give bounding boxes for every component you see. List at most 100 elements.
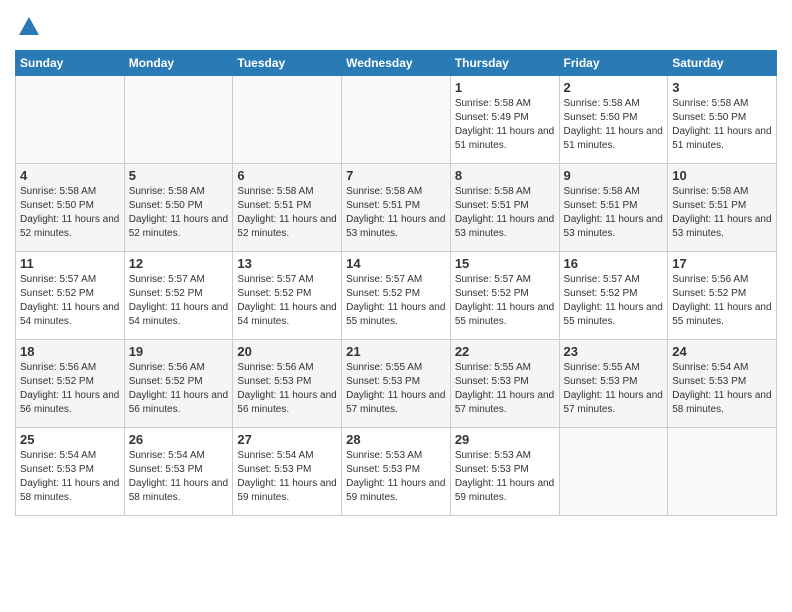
calendar-cell: 1 Sunrise: 5:58 AMSunset: 5:49 PMDaylight… — [450, 76, 559, 164]
day-number: 26 — [129, 432, 229, 447]
calendar-cell: 20 Sunrise: 5:56 AMSunset: 5:53 PMDayligh… — [233, 340, 342, 428]
day-number: 15 — [455, 256, 555, 271]
calendar-cell: 24 Sunrise: 5:54 AMSunset: 5:53 PMDayligh… — [668, 340, 777, 428]
day-number: 12 — [129, 256, 229, 271]
calendar-cell: 10Sunrise: 5:58 AMSunset: 5:51 PMDayligh… — [668, 164, 777, 252]
calendar-cell: 2Sunrise: 5:58 AMSunset: 5:50 PMDaylight… — [559, 76, 668, 164]
calendar-cell: 29 Sunrise: 5:53 AMSunset: 5:53 PMDayligh… — [450, 428, 559, 516]
weekday-header: Tuesday — [233, 51, 342, 76]
cell-info: Sunrise: 5:57 AMSunset: 5:52 PMDaylight:… — [455, 273, 555, 329]
cell-info: Sunrise: 5:56 AMSunset: 5:53 PMDaylight:… — [237, 361, 337, 417]
cell-info: Sunrise: 5:57 AMSunset: 5:52 PMDaylight:… — [129, 273, 229, 329]
day-number: 11 — [20, 256, 120, 271]
calendar-cell: 13 Sunrise: 5:57 AMSunset: 5:52 PMDayligh… — [233, 252, 342, 340]
cell-info: Sunrise: 5:54 AMSunset: 5:53 PMDaylight:… — [672, 361, 772, 417]
cell-info: Sunrise: 5:58 AMSunset: 5:51 PMDaylight:… — [672, 185, 772, 241]
day-number: 25 — [20, 432, 120, 447]
cell-info: Sunrise: 5:55 AMSunset: 5:53 PMDaylight:… — [346, 361, 446, 417]
calendar-cell: 5 Sunrise: 5:58 AMSunset: 5:50 PMDaylight… — [124, 164, 233, 252]
day-number: 7 — [346, 168, 446, 183]
cell-info: Sunrise: 5:56 AMSunset: 5:52 PMDaylight:… — [672, 273, 772, 329]
weekday-header: Wednesday — [342, 51, 451, 76]
day-number: 5 — [129, 168, 229, 183]
cell-info: Sunrise: 5:56 AMSunset: 5:52 PMDaylight:… — [20, 361, 120, 417]
calendar-cell — [342, 76, 451, 164]
day-number: 28 — [346, 432, 446, 447]
logo — [15, 15, 41, 44]
calendar-cell — [559, 428, 668, 516]
weekday-header: Thursday — [450, 51, 559, 76]
day-number: 22 — [455, 344, 555, 359]
day-number: 19 — [129, 344, 229, 359]
calendar-cell: 18 Sunrise: 5:56 AMSunset: 5:52 PMDayligh… — [16, 340, 125, 428]
day-number: 13 — [237, 256, 337, 271]
cell-info: Sunrise: 5:53 AMSunset: 5:53 PMDaylight:… — [455, 449, 555, 505]
calendar-cell: 4 Sunrise: 5:58 AMSunset: 5:50 PMDaylight… — [16, 164, 125, 252]
day-number: 9 — [564, 168, 664, 183]
cell-info: Sunrise: 5:58 AMSunset: 5:51 PMDaylight:… — [564, 185, 664, 241]
calendar-cell: 25 Sunrise: 5:54 AMSunset: 5:53 PMDayligh… — [16, 428, 125, 516]
weekday-header: Monday — [124, 51, 233, 76]
cell-info: Sunrise: 5:54 AMSunset: 5:53 PMDaylight:… — [237, 449, 337, 505]
day-number: 18 — [20, 344, 120, 359]
cell-info: Sunrise: 5:58 AMSunset: 5:51 PMDaylight:… — [346, 185, 446, 241]
calendar-cell: 15 Sunrise: 5:57 AMSunset: 5:52 PMDayligh… — [450, 252, 559, 340]
day-number: 3 — [672, 80, 772, 95]
calendar-cell: 8Sunrise: 5:58 AMSunset: 5:51 PMDaylight… — [450, 164, 559, 252]
cell-info: Sunrise: 5:54 AMSunset: 5:53 PMDaylight:… — [20, 449, 120, 505]
calendar-cell — [124, 76, 233, 164]
calendar-cell: 19 Sunrise: 5:56 AMSunset: 5:52 PMDayligh… — [124, 340, 233, 428]
header — [15, 10, 777, 44]
cell-info: Sunrise: 5:55 AMSunset: 5:53 PMDaylight:… — [455, 361, 555, 417]
day-number: 29 — [455, 432, 555, 447]
calendar-cell: 14Sunrise: 5:57 AMSunset: 5:52 PMDayligh… — [342, 252, 451, 340]
cell-info: Sunrise: 5:54 AMSunset: 5:53 PMDaylight:… — [129, 449, 229, 505]
calendar-cell — [233, 76, 342, 164]
cell-info: Sunrise: 5:57 AMSunset: 5:52 PMDaylight:… — [237, 273, 337, 329]
cell-info: Sunrise: 5:57 AMSunset: 5:52 PMDaylight:… — [346, 273, 446, 329]
cell-info: Sunrise: 5:57 AMSunset: 5:52 PMDaylight:… — [564, 273, 664, 329]
cell-info: Sunrise: 5:55 AMSunset: 5:53 PMDaylight:… — [564, 361, 664, 417]
cell-info: Sunrise: 5:58 AMSunset: 5:51 PMDaylight:… — [237, 185, 337, 241]
calendar-cell: 23 Sunrise: 5:55 AMSunset: 5:53 PMDayligh… — [559, 340, 668, 428]
day-number: 1 — [455, 80, 555, 95]
calendar-cell: 26 Sunrise: 5:54 AMSunset: 5:53 PMDayligh… — [124, 428, 233, 516]
calendar-cell: 22 Sunrise: 5:55 AMSunset: 5:53 PMDayligh… — [450, 340, 559, 428]
calendar-cell: 7 Sunrise: 5:58 AMSunset: 5:51 PMDaylight… — [342, 164, 451, 252]
weekday-header: Sunday — [16, 51, 125, 76]
day-number: 21 — [346, 344, 446, 359]
calendar-week-row: 4 Sunrise: 5:58 AMSunset: 5:50 PMDaylight… — [16, 164, 777, 252]
cell-info: Sunrise: 5:58 AMSunset: 5:49 PMDaylight:… — [455, 97, 555, 153]
calendar-cell: 21 Sunrise: 5:55 AMSunset: 5:53 PMDayligh… — [342, 340, 451, 428]
cell-info: Sunrise: 5:57 AMSunset: 5:52 PMDaylight:… — [20, 273, 120, 329]
cell-info: Sunrise: 5:53 AMSunset: 5:53 PMDaylight:… — [346, 449, 446, 505]
calendar-week-row: 1 Sunrise: 5:58 AMSunset: 5:49 PMDaylight… — [16, 76, 777, 164]
calendar-week-row: 11 Sunrise: 5:57 AMSunset: 5:52 PMDayligh… — [16, 252, 777, 340]
header-row: SundayMondayTuesdayWednesdayThursdayFrid… — [16, 51, 777, 76]
logo-icon — [17, 15, 41, 39]
day-number: 27 — [237, 432, 337, 447]
day-number: 23 — [564, 344, 664, 359]
calendar-cell: 3 Sunrise: 5:58 AMSunset: 5:50 PMDaylight… — [668, 76, 777, 164]
cell-info: Sunrise: 5:58 AMSunset: 5:50 PMDaylight:… — [20, 185, 120, 241]
cell-info: Sunrise: 5:58 AMSunset: 5:50 PMDaylight:… — [129, 185, 229, 241]
day-number: 20 — [237, 344, 337, 359]
day-number: 4 — [20, 168, 120, 183]
day-number: 16 — [564, 256, 664, 271]
calendar-cell: 9 Sunrise: 5:58 AMSunset: 5:51 PMDaylight… — [559, 164, 668, 252]
day-number: 24 — [672, 344, 772, 359]
weekday-header: Saturday — [668, 51, 777, 76]
day-number: 2 — [564, 80, 664, 95]
day-number: 17 — [672, 256, 772, 271]
calendar-cell: 28 Sunrise: 5:53 AMSunset: 5:53 PMDayligh… — [342, 428, 451, 516]
cell-info: Sunrise: 5:56 AMSunset: 5:52 PMDaylight:… — [129, 361, 229, 417]
calendar-cell: 16 Sunrise: 5:57 AMSunset: 5:52 PMDayligh… — [559, 252, 668, 340]
day-number: 8 — [455, 168, 555, 183]
calendar-week-row: 25 Sunrise: 5:54 AMSunset: 5:53 PMDayligh… — [16, 428, 777, 516]
calendar-table: SundayMondayTuesdayWednesdayThursdayFrid… — [15, 50, 777, 516]
calendar-week-row: 18 Sunrise: 5:56 AMSunset: 5:52 PMDayligh… — [16, 340, 777, 428]
cell-info: Sunrise: 5:58 AMSunset: 5:50 PMDaylight:… — [672, 97, 772, 153]
calendar-cell: 17 Sunrise: 5:56 AMSunset: 5:52 PMDayligh… — [668, 252, 777, 340]
calendar-cell: 11 Sunrise: 5:57 AMSunset: 5:52 PMDayligh… — [16, 252, 125, 340]
weekday-header: Friday — [559, 51, 668, 76]
